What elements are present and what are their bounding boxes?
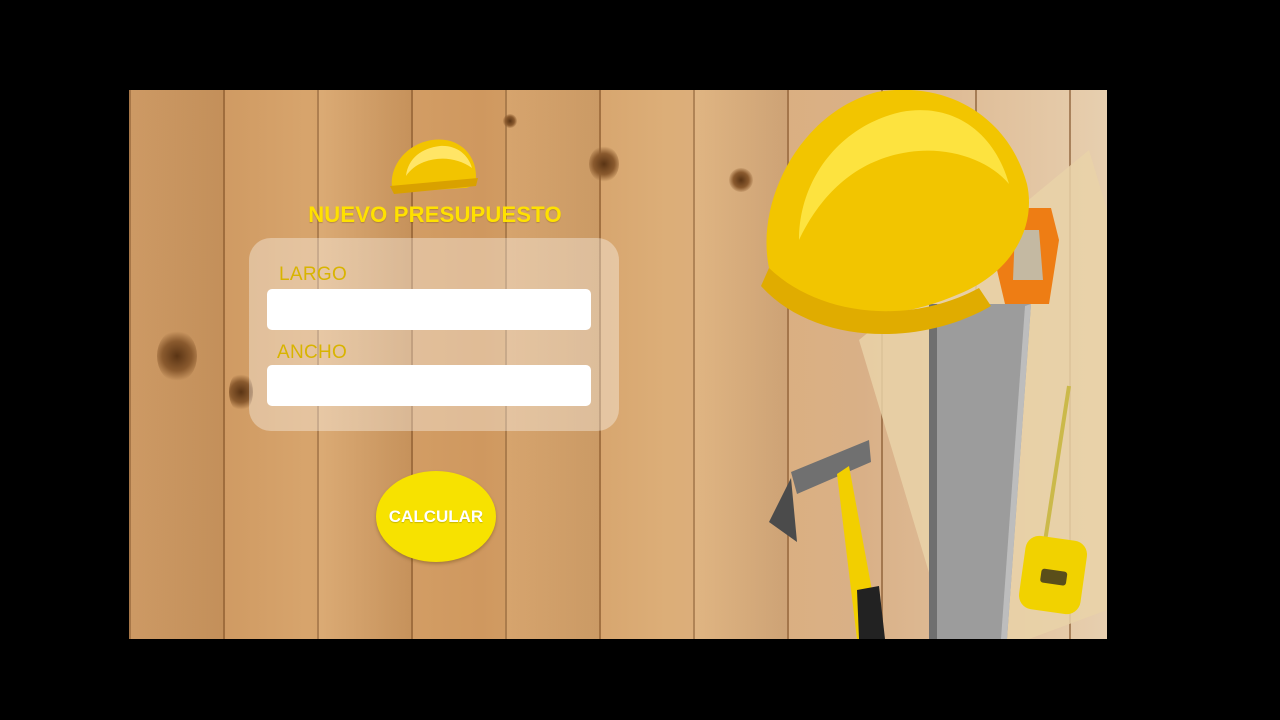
hammer-illustration: [769, 440, 885, 639]
hard-hat-icon: [390, 139, 478, 194]
largo-label: LARGO: [279, 264, 348, 285]
calculate-button[interactable]: CALCULAR: [376, 471, 496, 562]
largo-input[interactable]: [267, 289, 591, 330]
ancho-label: ANCHO: [277, 342, 348, 363]
ancho-input[interactable]: [267, 365, 591, 406]
page-title: NUEVO PRESUPUESTO: [308, 202, 562, 227]
app-screen: NUEVO PRESUPUESTO LARGO ANCHO CALCULAR: [129, 90, 1107, 639]
dimensions-form: LARGO ANCHO: [249, 238, 619, 431]
